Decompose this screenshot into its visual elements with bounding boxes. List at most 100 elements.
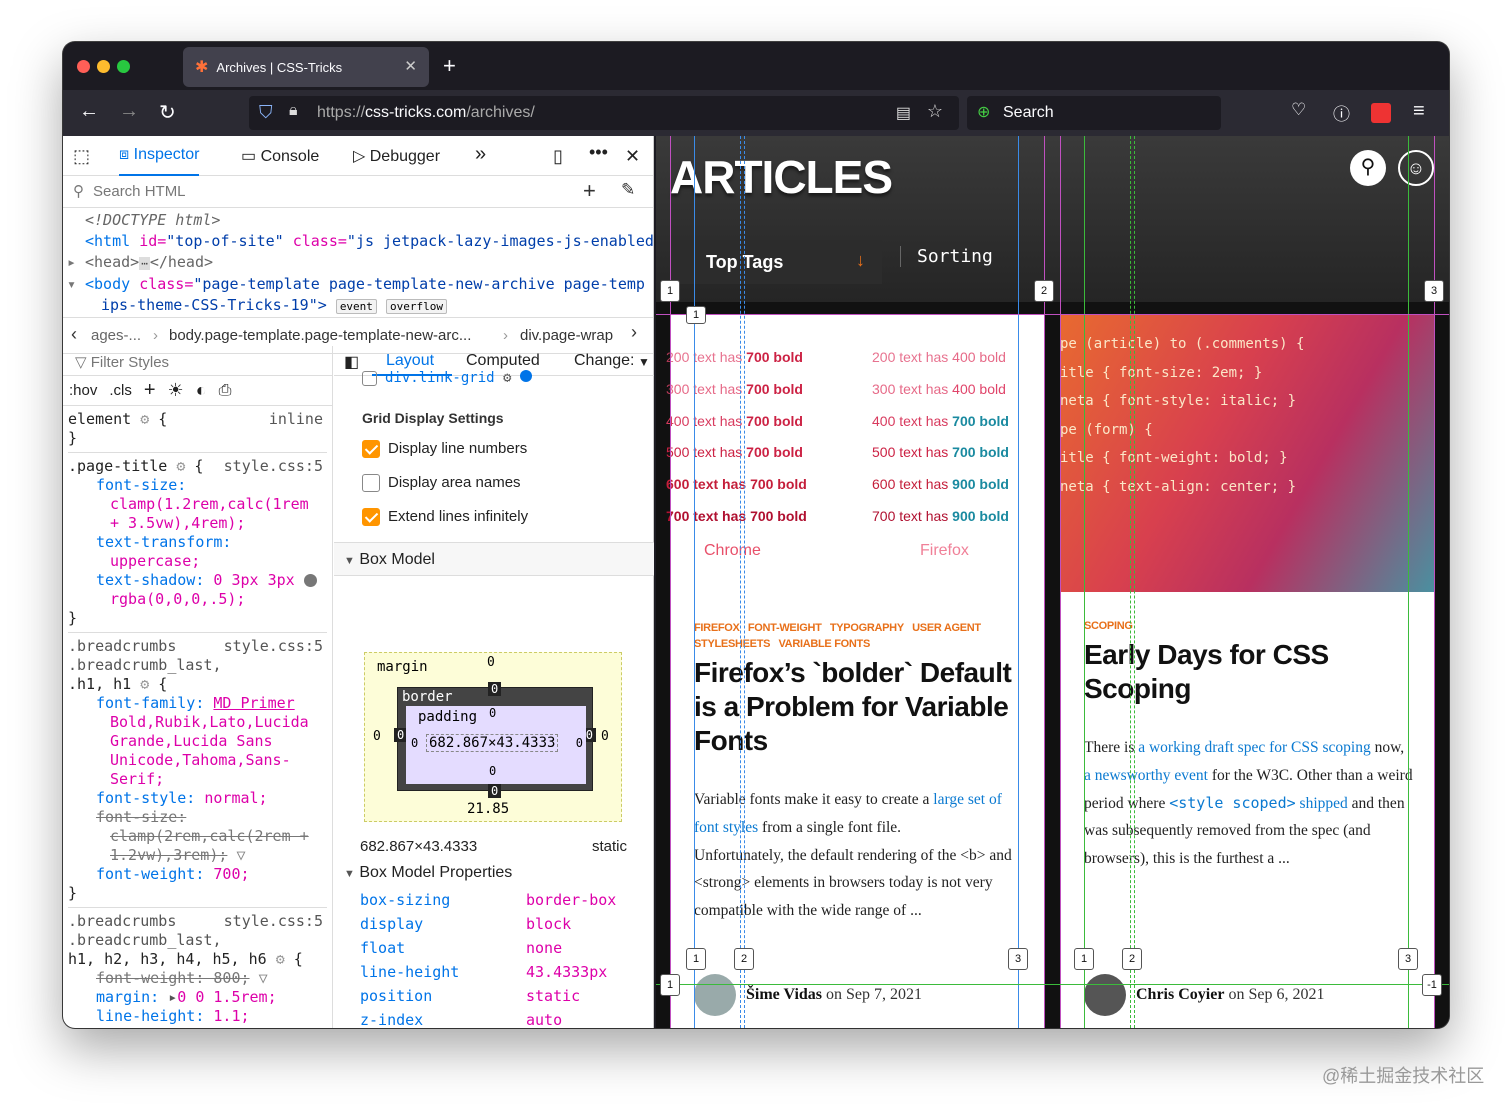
- address-bar[interactable]: ⛉ 🔒︎ https://css-tricks.com/archives/ ▤ …: [249, 96, 959, 130]
- css-value[interactable]: MD Primer: [213, 694, 294, 712]
- minimize-window-button[interactable]: [97, 60, 110, 73]
- author-link[interactable]: Šime Vidas: [746, 986, 822, 1003]
- css-value[interactable]: Grande,Lucida Sans: [110, 732, 273, 750]
- breadcrumb-item[interactable]: body.page-template.page-template-new-arc…: [169, 327, 471, 344]
- overridden-value[interactable]: 1.2vw),3rem);: [110, 846, 227, 864]
- tag-link[interactable]: USER AGENT: [912, 622, 981, 634]
- tag-link[interactable]: TYPOGRAPHY: [830, 622, 904, 634]
- tab-inspector[interactable]: ⧈ Inspector: [119, 146, 200, 176]
- line-numbers-checkbox[interactable]: [362, 440, 380, 459]
- article-card[interactable]: pe (article) to (.comments) {itle { font…: [1060, 314, 1434, 1028]
- css-value[interactable]: Serif;: [110, 770, 164, 788]
- bm-padding-bottom[interactable]: 0: [489, 764, 496, 778]
- chevron-down-icon[interactable]: ▼: [638, 355, 650, 369]
- filter-icon[interactable]: ▽: [236, 846, 245, 864]
- tab-changes[interactable]: Change:: [574, 352, 635, 370]
- breadcrumb-item[interactable]: ages-...: [91, 327, 141, 344]
- search-html-bar[interactable]: ⚲ Search HTML + ✎: [63, 176, 653, 208]
- more-tabs-icon[interactable]: »: [475, 143, 486, 166]
- css-value[interactable]: Bold,Rubik,Lato,Lucida: [110, 713, 309, 731]
- grid-item-row[interactable]: div.link-grid ⚙: [362, 370, 532, 386]
- tag-link[interactable]: FONT-WEIGHT: [748, 622, 822, 634]
- more-options-icon[interactable]: •••: [589, 142, 608, 163]
- extend-lines-checkbox[interactable]: [362, 508, 380, 527]
- ellipsis-badge[interactable]: ⋯: [139, 257, 150, 270]
- reader-view-icon[interactable]: ▤: [896, 103, 911, 123]
- hov-toggle[interactable]: :hov: [69, 382, 97, 399]
- body-node[interactable]: ▾ <body class="page-template page-templat…: [67, 274, 653, 295]
- doctype-line[interactable]: <!DOCTYPE html>: [85, 210, 653, 231]
- expand-triangle-icon[interactable]: ▸: [67, 252, 76, 273]
- search-icon[interactable]: ⚲: [1350, 150, 1386, 186]
- gear-icon[interactable]: ⚙: [140, 410, 149, 428]
- html-node[interactable]: <html id="top-of-site" class="js jetpack…: [85, 231, 653, 252]
- tag-link[interactable]: STYLESHEETS: [694, 638, 770, 650]
- tag-link[interactable]: SCOPING: [1084, 620, 1133, 632]
- bm-margin-bottom[interactable]: 21.85: [467, 801, 509, 817]
- css-property[interactable]: text-shadow:: [96, 571, 204, 589]
- forward-icon[interactable]: →: [119, 100, 139, 123]
- gear-icon[interactable]: ⚙: [140, 675, 149, 693]
- overflow-badge[interactable]: overflow: [385, 299, 447, 314]
- bm-props-header[interactable]: ▼ Box Model Properties: [344, 864, 512, 882]
- tab-debugger[interactable]: ▷ Debugger: [353, 146, 440, 166]
- css-property[interactable]: font-size:: [96, 476, 186, 494]
- gear-icon[interactable]: ⚙: [176, 457, 185, 475]
- tag-link[interactable]: VARIABLE FONTS: [778, 638, 870, 650]
- bm-margin-right[interactable]: 0: [601, 729, 609, 744]
- article-title[interactable]: Early Days for CSS Scoping: [1084, 638, 1384, 706]
- css-property[interactable]: line-height:: [96, 1007, 204, 1025]
- filter-styles[interactable]: ▽ Filter Styles: [63, 346, 332, 376]
- grid-color-swatch[interactable]: [519, 370, 532, 382]
- print-media-icon[interactable]: ⎙: [219, 382, 232, 400]
- css-value[interactable]: clamp(1.2rem,calc(1rem: [110, 495, 309, 513]
- shield-icon[interactable]: ⛉: [259, 102, 273, 123]
- avatar[interactable]: [1084, 974, 1126, 1016]
- rule-source[interactable]: style.css:5: [224, 457, 323, 476]
- area-names-checkbox[interactable]: [362, 474, 380, 493]
- tab-computed[interactable]: Computed: [466, 352, 540, 370]
- excerpt-code[interactable]: <style scoped>: [1169, 794, 1295, 812]
- css-value[interactable]: normal;: [204, 789, 267, 807]
- css-property[interactable]: margin:: [96, 988, 159, 1006]
- event-badge[interactable]: event: [335, 299, 377, 314]
- filter-icon[interactable]: ▽: [259, 969, 268, 987]
- bm-border-top[interactable]: 0: [488, 682, 502, 696]
- eyedropper-icon[interactable]: ✎: [621, 180, 635, 200]
- css-value[interactable]: 700;: [213, 865, 249, 883]
- lock-icon[interactable]: 🔒︎: [289, 102, 298, 120]
- browser-tab[interactable]: ✱ Archives | CSS-Tricks ✕: [183, 47, 429, 87]
- author-link[interactable]: Chris Coyier: [1136, 986, 1224, 1003]
- tab-layout[interactable]: Layout: [386, 352, 434, 370]
- breadcrumb-forward-icon[interactable]: ›: [631, 322, 637, 343]
- css-value[interactable]: rgba(0,0,0,.5);: [110, 590, 245, 608]
- element-picker-icon[interactable]: ⬚: [73, 146, 90, 167]
- article-card[interactable]: 200 text has 700 bold 300 text has 700 b…: [666, 314, 1044, 1028]
- grid-item-checkbox[interactable]: [362, 370, 377, 386]
- css-value[interactable]: uppercase;: [110, 552, 200, 570]
- tag-link[interactable]: FIREFOX: [694, 622, 740, 634]
- new-tab-button[interactable]: +: [443, 53, 456, 79]
- css-value[interactable]: 0 3px 3px: [213, 571, 294, 589]
- excerpt-link[interactable]: a working draft spec for CSS scoping: [1138, 739, 1370, 756]
- css-property[interactable]: font-family:: [96, 694, 204, 712]
- breadcrumb-item[interactable]: div.page-wrap: [520, 327, 613, 344]
- bookmark-star-icon[interactable]: ☆: [927, 101, 943, 122]
- css-value[interactable]: Unicode,Tahoma,Sans-: [110, 751, 291, 769]
- user-icon[interactable]: ☺: [1398, 150, 1434, 186]
- extension-icon[interactable]: [1371, 103, 1391, 123]
- grid-icon[interactable]: ⚙: [503, 370, 511, 386]
- head-node[interactable]: ▸ <head> ⋯ </head>: [67, 252, 653, 274]
- zoom-window-button[interactable]: [117, 60, 130, 73]
- rule-source[interactable]: style.css:5: [224, 637, 323, 656]
- collapse-triangle-icon[interactable]: ▾: [67, 274, 76, 295]
- gear-icon[interactable]: ⚙: [276, 950, 285, 968]
- bm-padding-right[interactable]: 0: [576, 736, 583, 750]
- article-title[interactable]: Firefox’s `bolder` Default is a Problem …: [694, 656, 1034, 758]
- reload-icon[interactable]: ↻: [159, 100, 176, 125]
- tab-console[interactable]: ▭ Console: [241, 146, 319, 166]
- color-swatch[interactable]: [303, 574, 317, 587]
- overridden-property[interactable]: font-size:: [96, 808, 186, 826]
- menu-icon[interactable]: ≡: [1413, 100, 1425, 123]
- search-bar[interactable]: ⊕ Search: [967, 96, 1221, 130]
